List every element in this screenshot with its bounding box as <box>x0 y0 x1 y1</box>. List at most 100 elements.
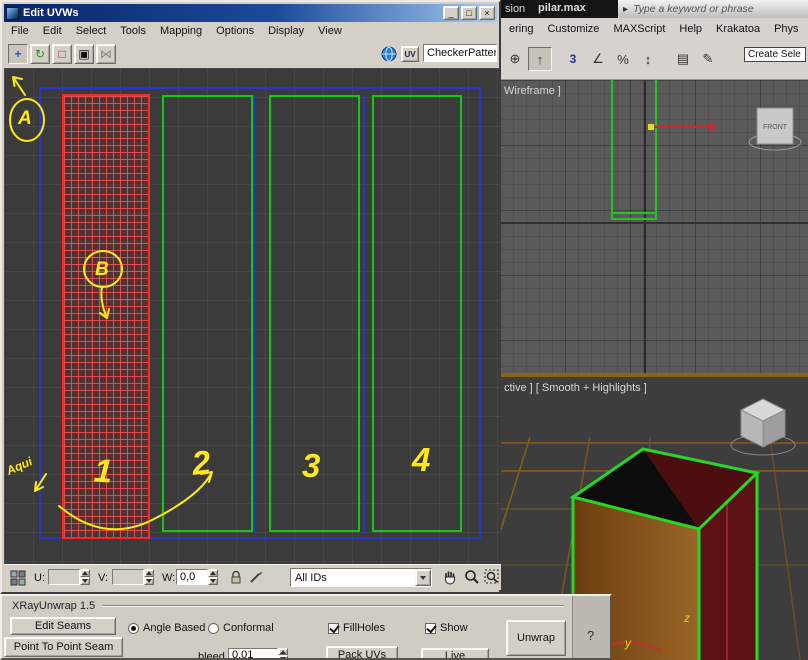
minimize-button[interactable]: _ <box>443 6 459 20</box>
show-checkbox[interactable]: Show <box>425 622 468 634</box>
unwrap-button[interactable]: Unwrap <box>506 620 566 656</box>
show-label: Show <box>440 622 468 634</box>
max-toolbar: ⊕ ↑ 3 ∠ % ↕ ▤ ✎ Create Sele <box>500 40 808 80</box>
spinner-snap-icon[interactable]: ↕ <box>636 47 660 71</box>
v-spinner[interactable] <box>144 569 154 585</box>
menu-display[interactable]: Display <box>261 23 311 39</box>
menu-file[interactable]: File <box>4 23 36 39</box>
live-button[interactable]: Live <box>421 648 489 658</box>
menu-help[interactable]: Help <box>672 21 709 37</box>
viewport-perspective-label[interactable]: ctive ] [ Smooth + Highlights ] <box>504 382 647 394</box>
viewport-front-label[interactable]: Wireframe ] <box>504 85 561 97</box>
max-menubar: ering Customize MAXScript Help Krakatoa … <box>500 18 808 40</box>
ids-dropdown-arrow-icon[interactable] <box>415 569 431 586</box>
angle-based-radio[interactable]: Angle Based <box>128 622 205 634</box>
uvw-titlebar[interactable]: Edit UVWs _ □ × <box>4 4 497 22</box>
close-button[interactable]: × <box>479 6 495 20</box>
uv-island-4[interactable] <box>372 95 462 532</box>
annotation-arrow-top-left <box>12 76 26 96</box>
pencil-icon[interactable] <box>248 569 264 585</box>
percent-snap-icon[interactable]: % <box>611 47 635 71</box>
show-map-icon[interactable] <box>381 46 397 62</box>
menu-view[interactable]: View <box>311 23 349 39</box>
menu-options[interactable]: Options <box>209 23 261 39</box>
edit-uvws-window-icon <box>6 6 19 20</box>
max-window: sion pilar.max ▸ ering Customize MAXScri… <box>500 0 808 660</box>
menu-physx[interactable]: Phys <box>767 21 805 37</box>
uv-edge-blue-1 <box>253 95 255 533</box>
menu-tools[interactable]: Tools <box>113 23 153 39</box>
show-checkbox-box[interactable] <box>425 622 436 634</box>
uv-island-1-selected[interactable] <box>62 94 150 539</box>
uv-space-icon[interactable]: UV <box>401 46 419 62</box>
edit-seams-button[interactable]: Edit Seams <box>10 617 116 635</box>
axis-y-label: y <box>624 636 632 650</box>
menu-edit[interactable]: Edit <box>36 23 69 39</box>
zoom-region-icon[interactable] <box>484 569 500 585</box>
fillholes-checkbox-box[interactable] <box>328 622 339 634</box>
conformal-label: Conformal <box>223 622 274 634</box>
viewport-front-drawing: FRONT <box>500 80 808 373</box>
create-selection-set-field[interactable]: Create Sele <box>744 47 806 62</box>
menu-maxscript[interactable]: MAXScript <box>606 21 672 37</box>
axis-z-label: z <box>683 611 690 625</box>
fillholes-checkbox[interactable]: FillHoles <box>328 622 385 634</box>
freeform-mode-icon[interactable]: ▣ <box>74 44 94 64</box>
lock-icon[interactable] <box>228 569 244 585</box>
search-input[interactable] <box>631 2 806 16</box>
conformal-radio[interactable]: Conformal <box>208 622 274 634</box>
rotate-tool-icon[interactable]: ↻ <box>30 44 50 64</box>
restore-button[interactable]: □ <box>461 6 477 20</box>
menu-krakatoa[interactable]: Krakatoa <box>709 21 767 37</box>
w-spinner[interactable] <box>208 569 218 585</box>
pan-icon[interactable] <box>442 569 458 585</box>
w-field[interactable] <box>176 569 208 585</box>
absolute-offset-toggle-icon[interactable] <box>10 570 26 586</box>
search-arrow-icon[interactable]: ▸ <box>623 4 628 15</box>
max-titlebar: sion pilar.max ▸ <box>500 0 808 18</box>
bleed-spinner[interactable] <box>278 648 288 658</box>
bleed-label: bleed <box>198 651 225 660</box>
menu-mapping[interactable]: Mapping <box>153 23 209 39</box>
edit-named-selection-sets-icon[interactable]: ▤ <box>671 47 695 71</box>
v-label: V: <box>98 572 108 584</box>
uv-island-2[interactable] <box>162 95 253 532</box>
viewcube-front[interactable]: FRONT <box>748 107 802 151</box>
mirror-tool-icon[interactable]: ⋈ <box>96 44 116 64</box>
v-field[interactable] <box>112 569 144 585</box>
menu-select[interactable]: Select <box>69 23 114 39</box>
rollout-header[interactable]: XRayUnwrap 1.5 <box>12 600 564 612</box>
pack-uvs-button[interactable]: Pack UVs <box>326 646 398 658</box>
gizmo-x-arrowhead <box>710 123 717 131</box>
ids-dropdown-value: All IDs <box>295 571 327 584</box>
viewcube-perspective[interactable] <box>730 398 796 456</box>
uv-canvas[interactable]: A B 1 2 3 4 Aqui <box>4 68 501 564</box>
zoom-icon[interactable] <box>464 569 480 585</box>
viewport-front[interactable]: FRONT Wireframe ] <box>500 80 808 373</box>
uv-island-3[interactable] <box>269 95 360 532</box>
point-to-point-seam-button[interactable]: Point To Point Seam <box>4 637 123 657</box>
ids-dropdown[interactable]: All IDs <box>290 568 432 587</box>
scale-tool-icon[interactable]: □ <box>52 44 72 64</box>
angle-based-radio-dot[interactable] <box>128 622 139 634</box>
menu-customize[interactable]: Customize <box>540 21 606 37</box>
keyboard-override-icon[interactable]: ✎ <box>696 47 720 71</box>
move-tool-icon[interactable]: + <box>8 44 28 64</box>
angle-snap-icon[interactable]: ∠ <box>586 47 610 71</box>
bleed-field[interactable] <box>228 648 278 658</box>
window-title: Edit UVWs <box>23 7 79 19</box>
u-label: U: <box>34 572 45 584</box>
pillar-front-wireframe <box>611 80 657 220</box>
checker-pattern-dropdown[interactable]: CheckerPattern <box>423 44 497 62</box>
snaps-toggle-3d-icon[interactable]: 3 <box>561 47 585 71</box>
select-and-move-icon[interactable]: ↑ <box>528 47 552 71</box>
select-and-manipulate-icon[interactable]: ⊕ <box>503 47 527 71</box>
fillholes-label: FillHoles <box>343 622 386 634</box>
rollout-divider <box>103 605 564 607</box>
conformal-radio-dot[interactable] <box>208 622 219 634</box>
u-spinner[interactable] <box>80 569 90 585</box>
uvw-toolbar: + ↻ □ ▣ ⋈ UV CheckerPattern <box>4 40 497 68</box>
menu-rendering[interactable]: ering <box>502 21 540 37</box>
help-button[interactable]: ? <box>587 628 594 643</box>
u-field[interactable] <box>48 569 80 585</box>
